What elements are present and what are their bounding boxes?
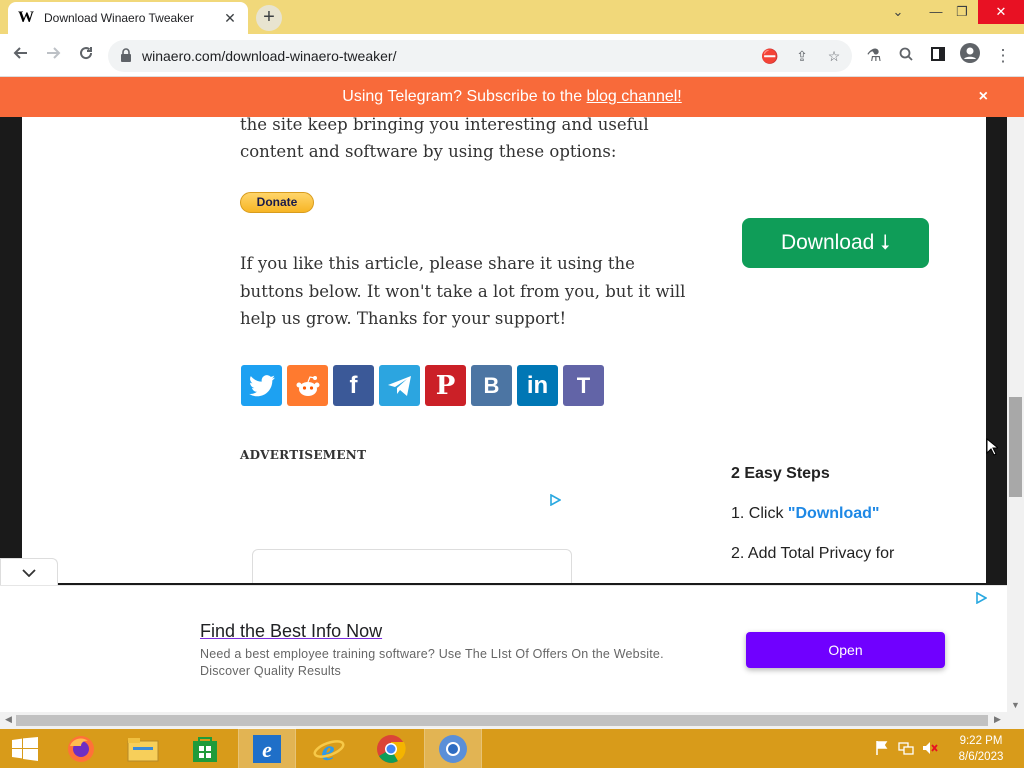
- internet-explorer-taskbar-icon[interactable]: e: [301, 729, 357, 768]
- back-arrow-icon: [13, 47, 27, 59]
- teams-share-icon[interactable]: T: [563, 365, 604, 406]
- scrollbar-corner: [1007, 712, 1024, 729]
- reddit-share-icon[interactable]: [287, 365, 328, 406]
- twitter-share-icon[interactable]: [241, 365, 282, 406]
- svg-text:e: e: [321, 734, 334, 764]
- ad-headline[interactable]: Find the Best Info Now: [200, 621, 382, 642]
- adchoices-icon[interactable]: [549, 494, 561, 506]
- donate-button[interactable]: Donate: [240, 192, 314, 213]
- winaero-favicon-icon: W: [18, 9, 34, 26]
- svg-text:e: e: [262, 737, 272, 762]
- reload-icon: [80, 47, 93, 60]
- vertical-scroll-thumb[interactable]: [1009, 397, 1022, 497]
- pinterest-share-icon[interactable]: P: [425, 365, 466, 406]
- address-bar[interactable]: winaero.com/download-winaero-tweaker/ ⛔ …: [108, 40, 852, 72]
- blog-channel-link[interactable]: blog channel!: [587, 88, 682, 105]
- tab-close-icon[interactable]: ✕: [222, 10, 238, 26]
- horizontal-scroll-thumb[interactable]: [16, 715, 988, 726]
- close-window-button[interactable]: ✕: [978, 0, 1024, 24]
- horizontal-scrollbar[interactable]: ◀ ▶: [0, 712, 1007, 729]
- intro-paragraph: the site keep bringing you interesting a…: [240, 117, 649, 161]
- mouse-cursor-icon: [986, 438, 998, 456]
- menu-kebab-icon[interactable]: ⋮: [990, 43, 1016, 69]
- ad-description: Need a best employee training software? …: [200, 647, 664, 678]
- internet-explorer-metro-taskbar-icon[interactable]: e: [238, 728, 296, 768]
- ad-open-button[interactable]: Open: [746, 632, 945, 668]
- step-2: 2. Add Total Privacy for: [731, 545, 895, 562]
- labs-flask-icon[interactable]: ⚗: [861, 43, 887, 69]
- advertisement-label: ADVERTISEMENT: [240, 448, 367, 462]
- store-taskbar-icon[interactable]: [177, 729, 233, 768]
- step-1-download-link[interactable]: "Download": [788, 505, 880, 522]
- telegram-share-icon[interactable]: [379, 365, 420, 406]
- tab-search-chevron-icon[interactable]: ⌄: [888, 0, 908, 24]
- ad-frame: [252, 549, 572, 583]
- browser-tab[interactable]: W Download Winaero Tweaker ✕: [8, 2, 248, 34]
- download-button[interactable]: Download ⭣: [742, 218, 929, 268]
- easy-steps: 2 Easy Steps 1. Click "Download" 2. Add …: [731, 465, 894, 563]
- network-icon[interactable]: [898, 740, 914, 756]
- step-1-prefix: 1. Click: [731, 505, 788, 522]
- tab-title: Download Winaero Tweaker: [44, 11, 194, 25]
- minimize-button[interactable]: —: [926, 0, 946, 24]
- banner-text: Using Telegram? Subscribe to the: [342, 88, 587, 105]
- steps-heading: 2 Easy Steps: [731, 465, 830, 482]
- volume-muted-icon[interactable]: [922, 740, 938, 756]
- system-clock[interactable]: 9:22 PM 8/6/2023: [950, 733, 1012, 765]
- firefox-taskbar-icon[interactable]: [53, 729, 109, 768]
- banner-close-icon[interactable]: ×: [979, 77, 988, 117]
- step-1: 1. Click "Download": [731, 505, 894, 523]
- start-button[interactable]: [0, 729, 50, 768]
- share-prompt-paragraph: If you like this article, please share i…: [240, 254, 686, 328]
- zoom-search-icon[interactable]: [893, 43, 919, 69]
- profile-avatar-icon: [960, 43, 980, 63]
- scroll-left-arrow-icon[interactable]: ◀: [5, 714, 12, 725]
- share-buttons: f P B in T: [241, 365, 604, 406]
- magnifier-icon: [899, 47, 913, 61]
- vertical-scrollbar[interactable]: ▼: [1007, 117, 1024, 712]
- restore-button[interactable]: ❐: [952, 0, 972, 24]
- side-panel-button[interactable]: [925, 43, 951, 69]
- facebook-share-icon[interactable]: f: [333, 365, 374, 406]
- action-center-flag-icon[interactable]: [874, 740, 890, 756]
- tab-strip: W Download Winaero Tweaker ✕ + ⌄ — ❐ ✕: [0, 0, 1024, 34]
- forward-button[interactable]: [40, 43, 66, 69]
- vk-share-icon[interactable]: B: [471, 365, 512, 406]
- windows-taskbar: e e 9:22 PM 8/6/2023: [0, 728, 1024, 768]
- new-tab-button[interactable]: +: [256, 5, 282, 31]
- scroll-down-arrow-icon[interactable]: ▼: [1011, 700, 1020, 710]
- forward-arrow-icon: [47, 47, 61, 59]
- chevron-down-icon: [22, 569, 36, 578]
- reload-button[interactable]: [73, 43, 99, 69]
- browser-toolbar: winaero.com/download-winaero-tweaker/ ⛔ …: [0, 34, 1024, 77]
- lock-icon: [121, 48, 131, 62]
- chrome-taskbar-icon[interactable]: [363, 729, 419, 768]
- clock-date: 8/6/2023: [958, 751, 1004, 763]
- extension-blocked-icon[interactable]: ⛔: [760, 46, 780, 66]
- linkedin-share-icon[interactable]: in: [517, 365, 558, 406]
- anchor-ad[interactable]: Find the Best Info Now Need a best emplo…: [0, 585, 1007, 712]
- anchor-adchoices-icon[interactable]: [975, 592, 987, 604]
- scroll-right-arrow-icon[interactable]: ▶: [994, 714, 1001, 725]
- share-icon[interactable]: ⇪: [792, 46, 812, 66]
- file-explorer-taskbar-icon[interactable]: [115, 729, 171, 768]
- chrome-active-taskbar-icon[interactable]: [424, 728, 482, 768]
- telegram-banner: Using Telegram? Subscribe to the blog ch…: [0, 77, 1024, 117]
- profile-button[interactable]: [957, 43, 983, 69]
- side-panel-icon: [931, 47, 945, 61]
- url-text: winaero.com/download-winaero-tweaker/: [142, 48, 397, 64]
- windows-logo-icon: [12, 736, 38, 761]
- bookmark-star-icon[interactable]: ☆: [824, 46, 844, 66]
- collapse-ad-button[interactable]: [0, 558, 58, 585]
- back-button[interactable]: [8, 43, 34, 69]
- clock-time: 9:22 PM: [959, 735, 1003, 747]
- page-content: the site keep bringing you interesting a…: [22, 117, 986, 583]
